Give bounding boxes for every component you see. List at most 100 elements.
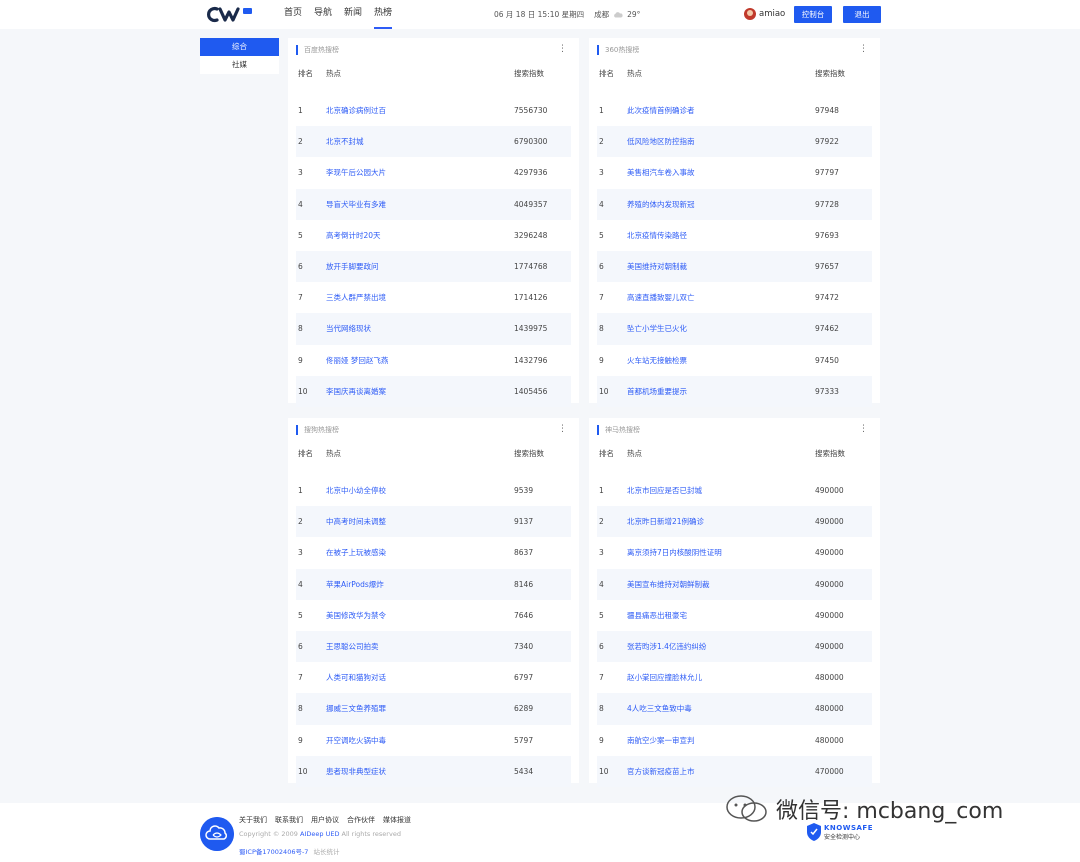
- topic-link[interactable]: 官方谈新冠疫苗上市: [627, 756, 695, 787]
- table-row[interactable]: 5 高考倒计时20天 3296248: [296, 220, 571, 251]
- table-row[interactable]: 8 坠亡小学生已火化 97462: [597, 313, 872, 345]
- table-row[interactable]: 3 离京须持7日内核酸阴性证明 490000: [597, 537, 872, 568]
- topic-link[interactable]: 高速直播致婴儿双亡: [627, 282, 695, 313]
- sidebar-item[interactable]: 社媒: [200, 56, 279, 74]
- table-row[interactable]: 3 在被子上玩被感染 8637: [296, 537, 571, 568]
- topic-link[interactable]: 北京确诊病例过百: [326, 95, 386, 126]
- table-row[interactable]: 6 美国维持对朝制裁 97657: [597, 250, 872, 283]
- table-row[interactable]: 10 官方谈新冠疫苗上市 470000: [597, 755, 872, 787]
- topic-link[interactable]: 北京昨日新增21例确诊: [627, 506, 704, 537]
- table-row[interactable]: 6 王思聪公司拍卖 7340: [296, 630, 571, 663]
- topic-link[interactable]: 养殖的体内发现新冠: [627, 189, 695, 220]
- topic-link[interactable]: 赵小棠回应撞脸林允儿: [627, 662, 702, 693]
- site-logo-icon[interactable]: [207, 5, 255, 24]
- table-row[interactable]: 1 北京确诊病例过百 7556730: [296, 95, 571, 126]
- topic-link[interactable]: 开空调吃火锅中毒: [326, 725, 386, 756]
- topic-link[interactable]: 高考倒计时20天: [326, 220, 381, 251]
- topic-link[interactable]: 美售相汽车卷入事故: [627, 157, 695, 188]
- knowsafe-badge[interactable]: KNOWSAFE 安全检测中心: [806, 822, 873, 842]
- table-row[interactable]: 4 苹果AirPods爆炸 8146: [296, 568, 571, 600]
- topic-link[interactable]: 导盲犬毕业有多难: [326, 189, 386, 220]
- topic-link[interactable]: 美国宣布维持对朝鲜制裁: [627, 569, 710, 600]
- table-row[interactable]: 3 李现午后公园大片 4297936: [296, 157, 571, 188]
- sidebar-item[interactable]: 综合: [200, 38, 279, 56]
- stats-link[interactable]: 站长统计: [314, 848, 340, 856]
- avatar[interactable]: [744, 8, 756, 20]
- topic-link[interactable]: 北京市回应是否已封城: [627, 475, 702, 506]
- topic-link[interactable]: 北京不封城: [326, 126, 364, 157]
- topic-link[interactable]: 苹果AirPods爆炸: [326, 569, 384, 600]
- footer-link[interactable]: 合作伙伴: [347, 815, 375, 825]
- topic-link[interactable]: 疆县痛恶出租豪宅: [627, 600, 687, 631]
- brand-link[interactable]: AIDeep UED: [300, 830, 339, 838]
- logout-button[interactable]: 退出: [843, 6, 881, 23]
- topic-link[interactable]: 坠亡小学生已火化: [627, 313, 687, 344]
- topic-link[interactable]: 首都机场重要提示: [627, 376, 687, 407]
- table-row[interactable]: 5 北京疫情传染路径 97693: [597, 220, 872, 251]
- table-row[interactable]: 10 李国庆再谈离婚案 1405456: [296, 375, 571, 407]
- table-row[interactable]: 8 当代网络现状 1439975: [296, 313, 571, 345]
- more-options-icon[interactable]: ⋮: [558, 424, 567, 434]
- table-row[interactable]: 8 挪威三文鱼养殖罪 6289: [296, 693, 571, 725]
- topic-link[interactable]: 美国修改华为禁令: [326, 600, 386, 631]
- topic-link[interactable]: 4人吃三文鱼致中毒: [627, 693, 692, 724]
- nav-item[interactable]: 导航: [314, 0, 332, 29]
- table-row[interactable]: 2 北京昨日新增21例确诊 490000: [597, 506, 872, 538]
- more-options-icon[interactable]: ⋮: [558, 44, 567, 54]
- table-row[interactable]: 5 疆县痛恶出租豪宅 490000: [597, 600, 872, 631]
- nav-item[interactable]: 新闻: [344, 0, 362, 29]
- table-row[interactable]: 9 火车站无接触检票 97450: [597, 345, 872, 376]
- table-row[interactable]: 7 人类可和猫狗对话 6797: [296, 662, 571, 693]
- topic-link[interactable]: 此次疫情首例确诊者: [627, 95, 695, 126]
- table-row[interactable]: 10 首都机场重要提示 97333: [597, 375, 872, 407]
- table-row[interactable]: 2 中高考时间未调整 9137: [296, 506, 571, 538]
- topic-link[interactable]: 中高考时间未调整: [326, 506, 386, 537]
- topic-link[interactable]: 北京疫情传染路径: [627, 220, 687, 251]
- table-row[interactable]: 8 4人吃三文鱼致中毒 480000: [597, 693, 872, 725]
- topic-link[interactable]: 张若昀涉1.4亿违约纠纷: [627, 631, 706, 662]
- topic-link[interactable]: 北京中小幼全停校: [326, 475, 386, 506]
- table-row[interactable]: 5 美国修改华为禁令 7646: [296, 600, 571, 631]
- table-row[interactable]: 1 此次疫情首例确诊者 97948: [597, 95, 872, 126]
- topic-link[interactable]: 三类人群严禁出境: [326, 282, 386, 313]
- topic-link[interactable]: 离京须持7日内核酸阴性证明: [627, 537, 722, 568]
- table-row[interactable]: 7 三类人群严禁出境 1714126: [296, 282, 571, 313]
- topic-link[interactable]: 南航空少案一审宣判: [627, 725, 695, 756]
- topic-link[interactable]: 在被子上玩被感染: [326, 537, 386, 568]
- icp-link[interactable]: 蜀ICP备17002406号-7: [239, 848, 308, 856]
- table-row[interactable]: 2 北京不封城 6790300: [296, 126, 571, 158]
- topic-link[interactable]: 佟丽娅 梦回赵飞燕: [326, 345, 388, 376]
- table-row[interactable]: 7 赵小棠回应撞脸林允儿 480000: [597, 662, 872, 693]
- nav-item[interactable]: 首页: [284, 0, 302, 29]
- nav-item[interactable]: 热榜: [374, 0, 393, 29]
- topic-link[interactable]: 低风险地区防控指南: [627, 126, 695, 157]
- topic-link[interactable]: 挪威三文鱼养殖罪: [326, 693, 386, 724]
- table-row[interactable]: 4 导盲犬毕业有多难 4049357: [296, 188, 571, 220]
- topic-link[interactable]: 王思聪公司拍卖: [326, 631, 379, 662]
- table-row[interactable]: 1 北京市回应是否已封城 490000: [597, 475, 872, 506]
- table-row[interactable]: 7 高速直播致婴儿双亡 97472: [597, 282, 872, 313]
- user-menu[interactable]: amiao: [744, 8, 785, 20]
- table-row[interactable]: 9 南航空少案一审宣判 480000: [597, 725, 872, 756]
- more-options-icon[interactable]: ⋮: [859, 424, 868, 434]
- table-row[interactable]: 6 张若昀涉1.4亿违约纠纷 490000: [597, 630, 872, 663]
- topic-link[interactable]: 美国维持对朝制裁: [627, 251, 687, 282]
- topic-link[interactable]: 患者现非典型症状: [326, 756, 386, 787]
- footer-link[interactable]: 联系我们: [275, 815, 303, 825]
- console-button[interactable]: 控制台: [794, 6, 832, 23]
- table-row[interactable]: 6 放开手脚要政问 1774768: [296, 250, 571, 283]
- table-row[interactable]: 9 开空调吃火锅中毒 5797: [296, 725, 571, 756]
- topic-link[interactable]: 当代网络现状: [326, 313, 371, 344]
- table-row[interactable]: 3 美售相汽车卷入事故 97797: [597, 157, 872, 188]
- username[interactable]: amiao: [759, 9, 785, 19]
- footer-link[interactable]: 用户协议: [311, 815, 339, 825]
- topic-link[interactable]: 人类可和猫狗对话: [326, 662, 386, 693]
- table-row[interactable]: 2 低风险地区防控指南 97922: [597, 126, 872, 158]
- topic-link[interactable]: 火车站无接触检票: [627, 345, 687, 376]
- table-row[interactable]: 9 佟丽娅 梦回赵飞燕 1432796: [296, 345, 571, 376]
- topic-link[interactable]: 李现午后公园大片: [326, 157, 386, 188]
- table-row[interactable]: 10 患者现非典型症状 5434: [296, 755, 571, 787]
- footer-link[interactable]: 关于我们: [239, 815, 267, 825]
- table-row[interactable]: 4 养殖的体内发现新冠 97728: [597, 188, 872, 220]
- table-row[interactable]: 4 美国宣布维持对朝鲜制裁 490000: [597, 568, 872, 600]
